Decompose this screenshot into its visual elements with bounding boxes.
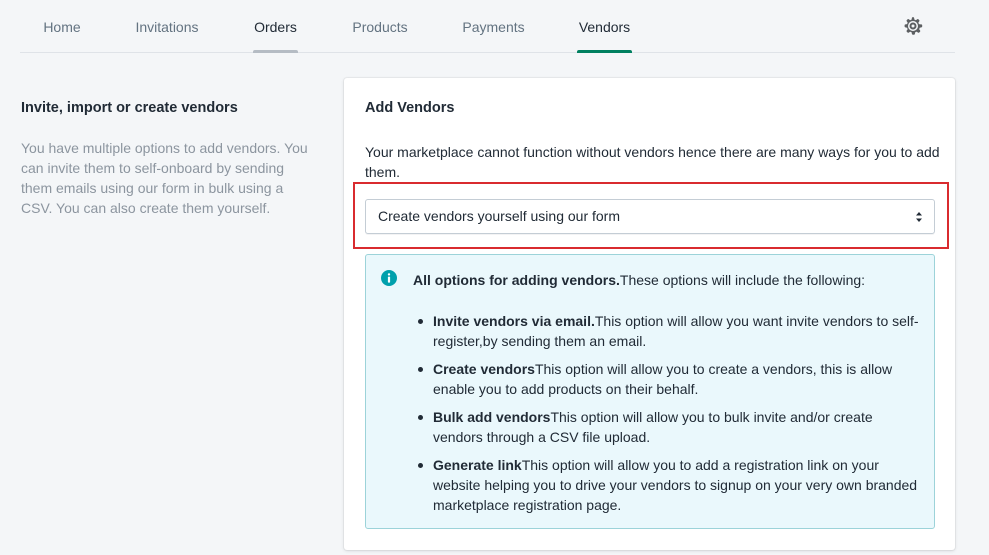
tab-orders-label: Orders [254, 19, 297, 35]
card-description: Your marketplace cannot function without… [365, 144, 940, 180]
options-list: Invite vendors via email.This option wil… [414, 311, 924, 523]
list-item: Invite vendors via email.This option wil… [414, 311, 924, 351]
tab-home-label: Home [43, 19, 81, 35]
list-item-bold: Invite vendors via email. [433, 313, 595, 329]
list-item: Create vendorsThis option will allow you… [414, 359, 924, 399]
tab-orders[interactable]: Orders [253, 0, 298, 53]
banner-heading-bold: All options for adding vendors. [413, 272, 620, 288]
select-arrows-icon [916, 212, 922, 222]
tab-payments-label: Payments [462, 19, 525, 35]
list-item: Generate linkThis option will allow you … [414, 455, 924, 515]
tab-vendors-underline [577, 50, 632, 53]
list-item-bold: Generate link [433, 457, 522, 473]
add-vendors-card: Add Vendors Your marketplace cannot func… [344, 78, 955, 550]
add-method-select[interactable]: Create vendors yourself using our form [365, 199, 935, 234]
tab-invitations[interactable]: Invitations [133, 0, 201, 53]
info-banner: All options for adding vendors.These opt… [365, 254, 935, 529]
tab-products[interactable]: Products [350, 0, 410, 53]
tab-home[interactable]: Home [42, 0, 82, 53]
top-nav: Home Invitations Orders Products Payment… [20, 0, 955, 53]
info-icon [381, 270, 397, 286]
tab-orders-underline [253, 50, 298, 53]
tab-invitations-label: Invitations [135, 19, 199, 35]
select-value: Create vendors yourself using our form [378, 208, 620, 224]
section-description: You have multiple options to add vendors… [21, 140, 308, 216]
banner-heading: All options for adding vendors.These opt… [413, 272, 923, 288]
card-title: Add Vendors [365, 100, 455, 116]
tab-products-label: Products [352, 19, 408, 35]
section-title: Invite, import or create vendors [21, 100, 238, 116]
list-item: Bulk add vendorsThis option will allow y… [414, 407, 924, 447]
banner-heading-text: These options will include the following… [619, 272, 866, 288]
list-item-bold: Create vendors [433, 361, 535, 377]
tab-payments[interactable]: Payments [461, 0, 526, 53]
list-item-bold: Bulk add vendors [433, 409, 551, 425]
tab-vendors[interactable]: Vendors [577, 0, 632, 53]
tab-vendors-label: Vendors [578, 19, 631, 35]
gear-icon[interactable] [903, 16, 923, 36]
